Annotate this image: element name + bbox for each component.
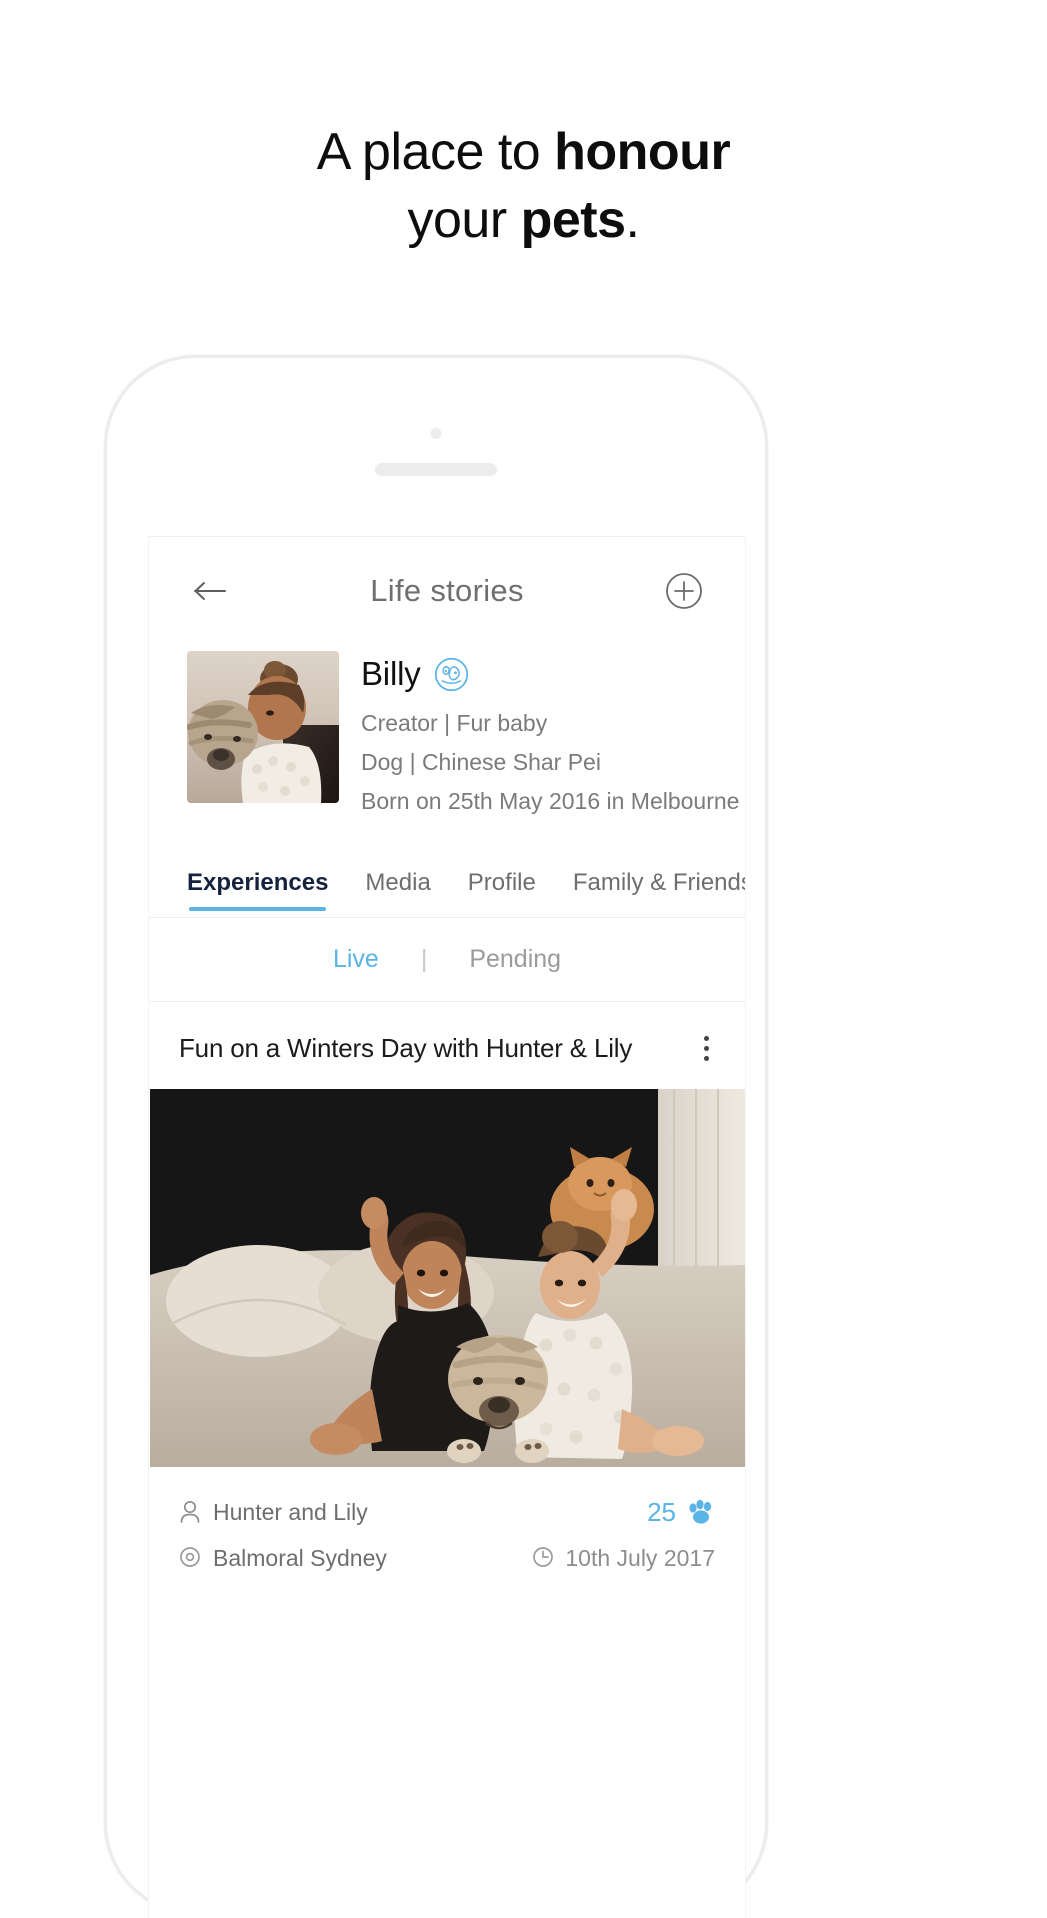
clock-icon: [533, 1547, 554, 1567]
tab-profile[interactable]: Profile: [468, 869, 536, 917]
story-author: Hunter and Lily: [179, 1499, 368, 1526]
arrow-left-icon: [194, 582, 226, 600]
story-footer-row-1: Hunter and Lily 25: [179, 1489, 715, 1535]
story-footer: Hunter and Lily 25 Balmoral Sydney 10th …: [149, 1467, 745, 1581]
story-footer-row-2: Balmoral Sydney 10th July 2017: [179, 1535, 715, 1581]
kebab-dot-2: [703, 1046, 709, 1051]
phone-speaker: [375, 463, 497, 476]
story-location-name: Balmoral Sydney: [213, 1544, 387, 1571]
hero-headline-line-2: your pets.: [0, 186, 1047, 254]
pet-meta-line-3: Born on 25th May 2016 in Melbourne: [361, 788, 740, 814]
story-author-name: Hunter and Lily: [213, 1498, 368, 1525]
pet-name: Billy: [361, 655, 421, 692]
story-photo[interactable]: [150, 1089, 745, 1467]
pet-name-row: Billy: [361, 655, 707, 693]
kebab-dot-1: [703, 1036, 709, 1041]
hero-headline: A place to honour your pets.: [0, 118, 1047, 254]
story-date: 10th July 2017: [532, 1545, 715, 1572]
tab-media[interactable]: Media: [365, 869, 430, 917]
pet-profile: Billy Creator | Fur baby Dog | Chinese S…: [149, 645, 745, 821]
location-pin-icon: [180, 1547, 200, 1567]
story-location: Balmoral Sydney: [179, 1545, 387, 1572]
phone-camera: [430, 428, 442, 439]
avatar-photo: [187, 651, 339, 803]
tab-experiences[interactable]: Experiences: [187, 869, 328, 917]
add-story-button[interactable]: [661, 568, 707, 614]
pet-meta-line-1: Creator | Fur baby: [361, 710, 548, 736]
phone-mockup: Life stories Billy Creator | Fur baby Do…: [104, 355, 768, 1918]
page-title: Life stories: [370, 573, 524, 608]
profile-tabs: Experiences Media Profile Family & Frien…: [149, 821, 745, 918]
back-button[interactable]: [187, 568, 233, 614]
hero-text-plain-1: A place to: [316, 123, 555, 181]
hero-text-plain-2: your: [407, 191, 521, 249]
story-reaction-count: 25: [647, 1496, 676, 1527]
hero-text-bold-2: pets: [520, 191, 626, 249]
story-card: Fun on a Winters Day with Hunter & Lily: [149, 1002, 745, 1581]
paw-icon: [689, 1499, 712, 1524]
kebab-dot-3: [703, 1056, 709, 1061]
story-date-text: 10th July 2017: [565, 1544, 715, 1571]
story-photo-image: [150, 1089, 745, 1467]
story-title[interactable]: Fun on a Winters Day with Hunter & Lily: [179, 1033, 677, 1064]
pet-info: Billy Creator | Fur baby Dog | Chinese S…: [361, 651, 740, 821]
plus-circle-icon: [666, 573, 702, 609]
tab-family-friends[interactable]: Family & Friends: [573, 869, 745, 917]
phone-screen: Life stories Billy Creator | Fur baby Do…: [148, 536, 746, 1918]
person-icon: [180, 1500, 200, 1523]
hero-text-period: .: [625, 191, 640, 249]
pet-meta-line-2: Dog | Chinese Shar Pei: [361, 749, 601, 775]
story-menu-button[interactable]: [691, 1030, 721, 1067]
filter-live[interactable]: Live: [333, 945, 379, 974]
story-title-row: Fun on a Winters Day with Hunter & Lily: [149, 1002, 745, 1089]
story-reactions[interactable]: 25: [647, 1497, 715, 1528]
pet-globe-badge-icon: [434, 657, 468, 691]
filter-pending[interactable]: Pending: [469, 945, 561, 974]
hero-text-bold-1: honour: [554, 123, 731, 181]
hero-headline-line-1: A place to honour: [0, 118, 1047, 186]
avatar[interactable]: [187, 651, 339, 803]
filter-separator: |: [420, 945, 428, 973]
app-header: Life stories: [149, 537, 745, 645]
status-filter: Live | Pending: [149, 918, 745, 1002]
